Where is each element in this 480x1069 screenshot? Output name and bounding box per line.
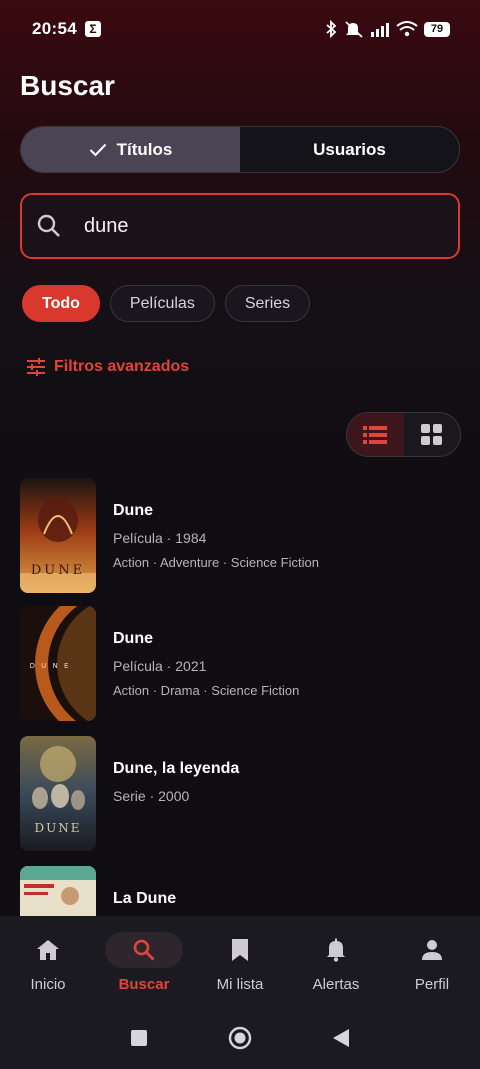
list-item[interactable]: La Dune xyxy=(20,866,460,916)
status-bar: 20:54 Σ 79 xyxy=(0,0,480,58)
segment-titles-label: Títulos xyxy=(116,139,173,159)
segment-titles[interactable]: Títulos xyxy=(21,127,240,172)
nav-my-list[interactable]: Mi lista xyxy=(192,916,288,1006)
list-view-button[interactable] xyxy=(347,413,404,456)
nav-search-label: Buscar xyxy=(118,976,170,993)
home-button-icon[interactable] xyxy=(228,1026,252,1050)
poster-title-text: DUNE xyxy=(31,563,85,578)
nav-profile[interactable]: Perfil xyxy=(384,916,480,1006)
list-icon xyxy=(363,425,388,444)
search-input-value[interactable]: dune xyxy=(84,215,129,238)
battery-indicator: 79 xyxy=(424,21,450,37)
nav-alerts-label: Alertas xyxy=(312,976,360,993)
check-icon xyxy=(89,143,106,156)
segment-users[interactable]: Usuarios xyxy=(240,127,459,172)
poster-title-text: D U N E xyxy=(30,662,71,670)
result-genres: Action · Drama · Science Fiction xyxy=(113,683,300,698)
person-icon xyxy=(422,940,442,960)
mute-icon xyxy=(345,21,363,38)
advanced-filters-button[interactable]: Filtros avanzados xyxy=(26,358,189,376)
chip-series[interactable]: Series xyxy=(224,285,311,322)
tune-icon xyxy=(27,358,45,376)
status-time: 20:54 xyxy=(32,19,77,38)
list-item[interactable]: D U N E Dune Película · 2021 Action · Dr… xyxy=(20,606,460,724)
signal-icon xyxy=(371,23,389,37)
nav-alerts[interactable]: Alertas xyxy=(288,916,384,1006)
system-navigation-bar xyxy=(0,1006,480,1069)
result-title: La Dune xyxy=(113,890,177,907)
list-item[interactable]: DUNE Dune, la leyenda Serie · 2000 xyxy=(20,736,460,854)
result-meta: Película · 2021 xyxy=(113,658,207,674)
result-title: Dune xyxy=(113,502,153,519)
result-genres: Action · Adventure · Science Fiction xyxy=(113,555,319,570)
home-icon xyxy=(37,940,59,960)
search-field[interactable]: dune xyxy=(20,193,460,259)
back-icon[interactable] xyxy=(332,1028,350,1048)
wifi-icon xyxy=(396,21,418,37)
segment-users-label: Usuarios xyxy=(313,139,386,159)
recents-icon[interactable] xyxy=(130,1029,148,1047)
bookmark-icon xyxy=(232,939,248,961)
search-type-segmented-control: Títulos Usuarios xyxy=(20,126,460,173)
notification-icon: Σ xyxy=(84,21,101,37)
bell-icon xyxy=(327,938,345,962)
view-mode-toggle xyxy=(346,412,461,457)
advanced-filters-label: Filtros avanzados xyxy=(54,358,190,375)
nav-search[interactable]: Buscar xyxy=(96,916,192,1006)
bluetooth-icon xyxy=(326,20,337,38)
poster-image: DUNE xyxy=(20,736,96,851)
chip-all[interactable]: Todo xyxy=(22,285,100,322)
result-meta: Serie · 2000 xyxy=(113,788,190,804)
page-title: Buscar xyxy=(20,70,115,101)
poster-image: D U N E xyxy=(20,606,96,721)
poster-title-text: DUNE xyxy=(35,821,82,835)
list-item[interactable]: DUNE Dune Película · 1984 Action · Adven… xyxy=(20,478,460,596)
type-filter-chips: Todo Películas Series xyxy=(22,285,311,322)
poster-image xyxy=(20,866,96,916)
bottom-navigation: Inicio Buscar Mi lista Alertas Perfil xyxy=(0,916,480,1006)
nav-profile-label: Perfil xyxy=(414,976,450,993)
grid-icon xyxy=(420,423,442,445)
search-icon xyxy=(37,214,60,237)
result-title: Dune xyxy=(113,630,153,647)
nav-my-list-label: Mi lista xyxy=(216,976,264,993)
grid-view-button[interactable] xyxy=(404,413,461,456)
result-meta: Película · 1984 xyxy=(113,530,207,546)
search-icon xyxy=(133,939,155,961)
nav-home-label: Inicio xyxy=(30,976,66,993)
nav-home[interactable]: Inicio xyxy=(0,916,96,1006)
poster-image: DUNE xyxy=(20,478,96,593)
chip-movies[interactable]: Películas xyxy=(109,285,215,322)
result-title: Dune, la leyenda xyxy=(113,760,240,777)
